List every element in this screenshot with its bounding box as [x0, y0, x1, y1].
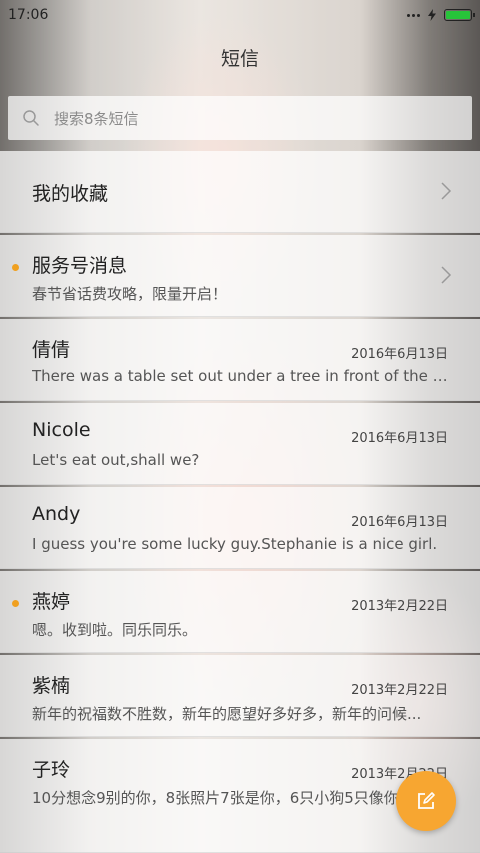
- conversation-preview: I guess you're some lucky guy.Stephanie …: [32, 535, 438, 553]
- unread-dot: [12, 264, 19, 271]
- list-item[interactable]: Nicole 2016年6月13日 Let's eat out,shall we…: [0, 403, 480, 485]
- list-item[interactable]: 紫楠 2013年2月22日 新年的祝福数不胜数，新年的愿望好多好多，新年的问候.…: [0, 655, 480, 737]
- list-item[interactable]: 倩倩 2016年6月13日 There was a table set out …: [0, 319, 480, 401]
- conversation-preview: 10分想念9别的你，8张照片7张是你，6只小狗5只像你: [32, 789, 399, 807]
- charging-bolt-icon: [428, 9, 436, 21]
- list-item-service-messages[interactable]: 服务号消息 春节省话费攻略，限量开启！: [0, 235, 480, 317]
- conversation-date: 2013年2月22日: [351, 599, 448, 614]
- status-bar: 17:06: [0, 0, 480, 30]
- search-bar[interactable]: 搜索8条短信: [8, 96, 472, 140]
- conversation-preview: 嗯。收到啦。同乐同乐。: [32, 621, 198, 639]
- status-time: 17:06: [8, 7, 49, 23]
- conversation-name: 紫楠: [32, 675, 71, 697]
- conversation-date: 2016年6月13日: [351, 347, 448, 362]
- conversation-name: 服务号消息: [32, 255, 128, 277]
- conversation-date: 2016年6月13日: [351, 515, 448, 530]
- signal-icon: [407, 13, 420, 17]
- conversation-preview: 新年的祝福数不胜数，新年的愿望好多好多，新年的问候...: [32, 705, 422, 723]
- conversation-name: 倩倩: [32, 339, 71, 361]
- conversation-preview: 春节省话费攻略，限量开启！: [32, 285, 228, 303]
- battery-level: [446, 11, 470, 19]
- conversation-date: 2016年6月13日: [351, 431, 448, 446]
- conversation-name: Nicole: [32, 419, 91, 441]
- chevron-right-icon: [441, 266, 452, 284]
- list-item[interactable]: 燕婷 2013年2月22日 嗯。收到啦。同乐同乐。: [0, 571, 480, 653]
- chevron-right-icon: [441, 182, 452, 200]
- list-item[interactable]: Andy 2016年6月13日 I guess you're some luck…: [0, 487, 480, 569]
- compose-icon: [418, 792, 435, 809]
- conversation-preview: Let's eat out,shall we?: [32, 451, 200, 469]
- search-icon: [23, 110, 39, 126]
- battery-icon: [444, 9, 475, 21]
- conversation-name: 燕婷: [32, 591, 71, 613]
- list-item-favorites[interactable]: 我的收藏: [0, 151, 480, 233]
- conversation-date: 2013年2月22日: [351, 683, 448, 698]
- conversation-name: 子玲: [32, 759, 71, 781]
- compose-button[interactable]: [396, 771, 456, 831]
- conversation-name: 我的收藏: [32, 183, 109, 205]
- conversation-preview: There was a table set out under a tree i…: [32, 367, 450, 385]
- page-title: 短信: [220, 48, 259, 70]
- search-placeholder: 搜索8条短信: [54, 109, 139, 128]
- conversation-name: Andy: [32, 503, 81, 525]
- status-icons: [407, 9, 475, 21]
- unread-dot: [12, 600, 19, 607]
